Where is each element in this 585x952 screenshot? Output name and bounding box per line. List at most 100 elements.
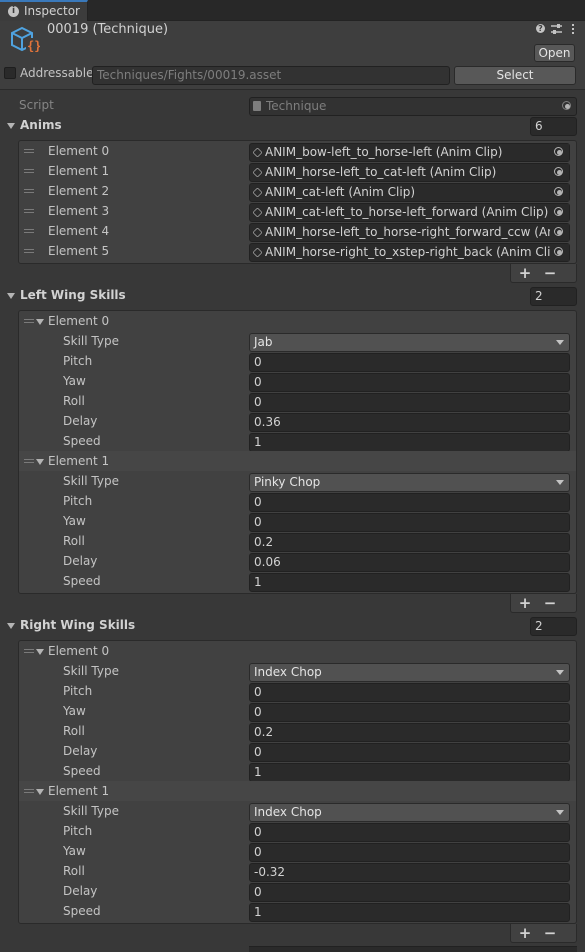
field-label-speed: Speed <box>63 434 101 448</box>
left-wing-size-field[interactable]: 2 <box>530 287 577 306</box>
pitch-field[interactable]: 0 <box>249 493 570 512</box>
speed-field[interactable]: 1 <box>249 573 570 592</box>
object-picker-icon[interactable] <box>554 247 563 256</box>
anims-remove-button[interactable]: − <box>541 264 559 282</box>
pitch-field[interactable]: 0 <box>249 683 570 702</box>
anims-size-field[interactable]: 6 <box>530 117 577 136</box>
more-icon[interactable] <box>569 23 577 35</box>
element-foldout-icon[interactable] <box>36 459 44 465</box>
help-icon[interactable]: ? <box>536 24 545 33</box>
left-wing-label[interactable]: Left Wing Skills <box>20 288 126 302</box>
delay-field[interactable]: 0 <box>249 883 570 902</box>
skill-element-label[interactable]: Element 1 <box>48 454 109 468</box>
left-wing-add-button[interactable]: + <box>516 594 534 612</box>
delay-field[interactable]: 0.06 <box>249 553 570 572</box>
speed-field[interactable]: 1 <box>249 763 570 782</box>
field-label-yaw: Yaw <box>63 844 86 858</box>
element-foldout-icon[interactable] <box>36 789 44 795</box>
anims-label[interactable]: Anims <box>20 118 62 132</box>
pitch-field[interactable]: 0 <box>249 353 570 372</box>
element-foldout-icon[interactable] <box>36 319 44 325</box>
drag-handle-icon[interactable] <box>24 229 34 233</box>
roll-field[interactable]: -0.32 <box>249 863 570 882</box>
skill-element-label[interactable]: Element 0 <box>48 314 109 328</box>
right-wing-foldout-icon[interactable] <box>7 623 15 629</box>
skill-type-dropdown[interactable]: Index Chop <box>249 663 570 682</box>
field-label-delay: Delay <box>63 554 98 568</box>
skill-type-dropdown[interactable]: Pinky Chop <box>249 473 570 492</box>
delay-field[interactable]: 0.36 <box>249 413 570 432</box>
drag-handle-icon[interactable] <box>24 789 34 793</box>
object-picker-icon[interactable] <box>554 227 563 236</box>
anims-element-label: Element 3 <box>48 204 110 218</box>
element-foldout-icon[interactable] <box>36 649 44 655</box>
object-picker-icon[interactable] <box>554 167 563 176</box>
drag-handle-icon[interactable] <box>24 189 34 193</box>
field-label-skill-type: Skill Type <box>63 334 119 348</box>
skill-element-label[interactable]: Element 0 <box>48 644 109 658</box>
left-wing-foldout-icon[interactable] <box>7 293 15 299</box>
chevron-down-icon[interactable] <box>556 340 564 345</box>
drag-handle-icon[interactable] <box>24 249 34 253</box>
field-label-delay: Delay <box>63 414 98 428</box>
drag-handle-icon[interactable] <box>24 649 34 653</box>
skill-type-dropdown[interactable]: Index Chop <box>249 803 570 822</box>
anims-element-label: Element 0 <box>48 144 110 158</box>
object-picker-icon[interactable] <box>554 187 563 196</box>
right-wing-label[interactable]: Right Wing Skills <box>20 618 135 632</box>
tab-inspector[interactable]: i Inspector <box>0 0 88 21</box>
skill-type-dropdown[interactable]: Jab <box>249 333 570 352</box>
drag-handle-icon[interactable] <box>24 209 34 213</box>
field-label-yaw: Yaw <box>63 704 86 718</box>
chevron-down-icon[interactable] <box>556 480 564 485</box>
object-picker-icon[interactable] <box>554 207 563 216</box>
yaw-field[interactable]: 0 <box>249 373 570 392</box>
anim-clip-field[interactable]: ANIM_cat-left_to_horse-left_forward (Ani… <box>249 203 570 222</box>
field-label-yaw: Yaw <box>63 374 86 388</box>
pitch-field[interactable]: 0 <box>249 823 570 842</box>
field-label-speed: Speed <box>63 904 101 918</box>
script-icon <box>253 101 261 111</box>
anim-clip-field[interactable]: ANIM_bow-left_to_horse-left (Anim Clip) <box>249 143 570 162</box>
anim-clip-field[interactable]: ANIM_cat-left (Anim Clip) <box>249 183 570 202</box>
right-wing-add-button[interactable]: + <box>516 924 534 942</box>
field-label-roll: Roll <box>63 864 85 878</box>
yaw-field[interactable]: 0 <box>249 843 570 862</box>
yaw-field[interactable]: 0 <box>249 703 570 722</box>
address-field[interactable]: Techniques/Fights/00019.asset <box>92 66 450 85</box>
anim-clip-field[interactable]: ANIM_horse-left_to_horse-right_forward_c… <box>249 223 570 242</box>
yaw-field[interactable]: 0 <box>249 513 570 532</box>
roll-field[interactable]: 0.2 <box>249 533 570 552</box>
roll-field[interactable]: 0.2 <box>249 723 570 742</box>
delay-field[interactable]: 0 <box>249 743 570 762</box>
tab-bar: i Inspector <box>0 0 585 21</box>
speed-field[interactable]: 1 <box>249 903 570 922</box>
skill-element-label[interactable]: Element 1 <box>48 784 109 798</box>
right-wing-size-field[interactable]: 2 <box>530 617 577 636</box>
select-button[interactable]: Select <box>454 66 576 85</box>
chevron-down-icon[interactable] <box>556 670 564 675</box>
asset-title: 00019 (Technique) <box>47 22 169 37</box>
anims-element-label: Element 5 <box>48 244 110 258</box>
drag-handle-icon[interactable] <box>24 459 34 463</box>
anim-clip-field[interactable]: ANIM_horse-left_to_cat-left (Anim Clip) <box>249 163 570 182</box>
preset-icon[interactable] <box>550 23 563 35</box>
open-button[interactable]: Open <box>534 44 575 62</box>
speed-field[interactable]: 1 <box>249 433 570 452</box>
addressable-checkbox[interactable] <box>4 67 16 79</box>
roll-field[interactable]: 0 <box>249 393 570 412</box>
field-label-pitch: Pitch <box>63 494 93 508</box>
field-label-yaw: Yaw <box>63 514 86 528</box>
left-wing-remove-button[interactable]: − <box>541 594 559 612</box>
anims-add-button[interactable]: + <box>516 264 534 282</box>
drag-handle-icon[interactable] <box>24 149 34 153</box>
anim-clip-field[interactable]: ANIM_horse-right_to_xstep-right_back (An… <box>249 243 570 262</box>
drag-handle-icon[interactable] <box>24 169 34 173</box>
object-picker-icon[interactable] <box>554 147 563 156</box>
drag-handle-icon[interactable] <box>24 319 34 323</box>
script-label: Script <box>19 98 54 112</box>
chevron-down-icon[interactable] <box>556 810 564 815</box>
field-label-roll: Roll <box>63 724 85 738</box>
anims-foldout-icon[interactable] <box>7 123 15 129</box>
right-wing-remove-button[interactable]: − <box>541 924 559 942</box>
